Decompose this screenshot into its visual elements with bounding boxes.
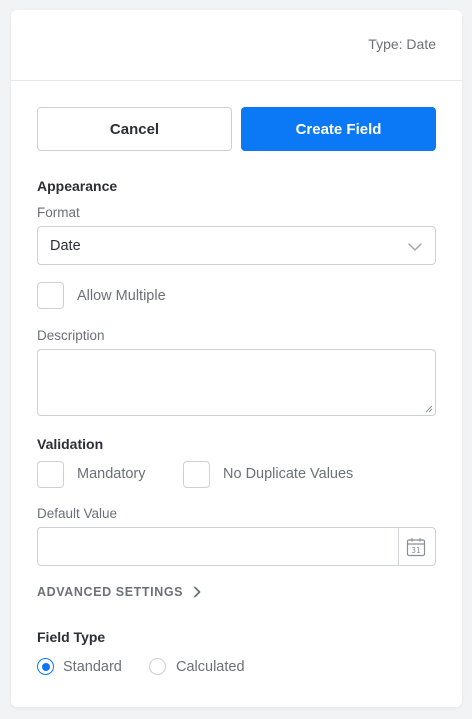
panel-header: Type: Date [11, 10, 462, 81]
radio-calculated[interactable] [149, 658, 166, 675]
default-value-date-input[interactable]: 31 [37, 527, 436, 566]
radio-calculated-label: Calculated [176, 659, 245, 675]
chevron-down-icon [408, 243, 422, 251]
field-type-label: Type: Date [368, 36, 436, 52]
create-field-panel: Type: Date Cancel Create Field Appearanc… [11, 10, 462, 707]
default-value-label: Default Value [37, 506, 118, 521]
advanced-settings-label: ADVANCED SETTINGS [37, 585, 184, 599]
create-field-button[interactable]: Create Field [241, 107, 436, 151]
field-type-heading: Field Type [37, 629, 106, 645]
resize-grip-icon[interactable] [425, 405, 433, 413]
mandatory-label: Mandatory [77, 466, 146, 482]
chevron-right-icon [194, 586, 201, 598]
allow-multiple-checkbox[interactable] [37, 282, 64, 309]
format-label: Format [37, 205, 80, 220]
format-select-value: Date [50, 237, 81, 254]
no-duplicates-label: No Duplicate Values [223, 466, 354, 482]
calendar-day-text: 31 [411, 546, 421, 555]
advanced-settings-toggle[interactable]: ADVANCED SETTINGS [37, 585, 203, 599]
description-textarea[interactable] [37, 349, 436, 416]
mandatory-checkbox[interactable] [37, 461, 64, 488]
no-duplicates-checkbox[interactable] [183, 461, 210, 488]
description-label: Description [37, 328, 105, 343]
validation-heading: Validation [37, 436, 104, 452]
format-select[interactable]: Date [37, 226, 436, 265]
date-input-divider [398, 528, 399, 565]
calendar-icon[interactable]: 31 [405, 536, 427, 558]
radio-standard-label: Standard [63, 659, 122, 675]
appearance-heading: Appearance [37, 178, 118, 194]
cancel-button[interactable]: Cancel [37, 107, 232, 151]
allow-multiple-label: Allow Multiple [77, 288, 166, 304]
radio-standard[interactable] [37, 658, 54, 675]
